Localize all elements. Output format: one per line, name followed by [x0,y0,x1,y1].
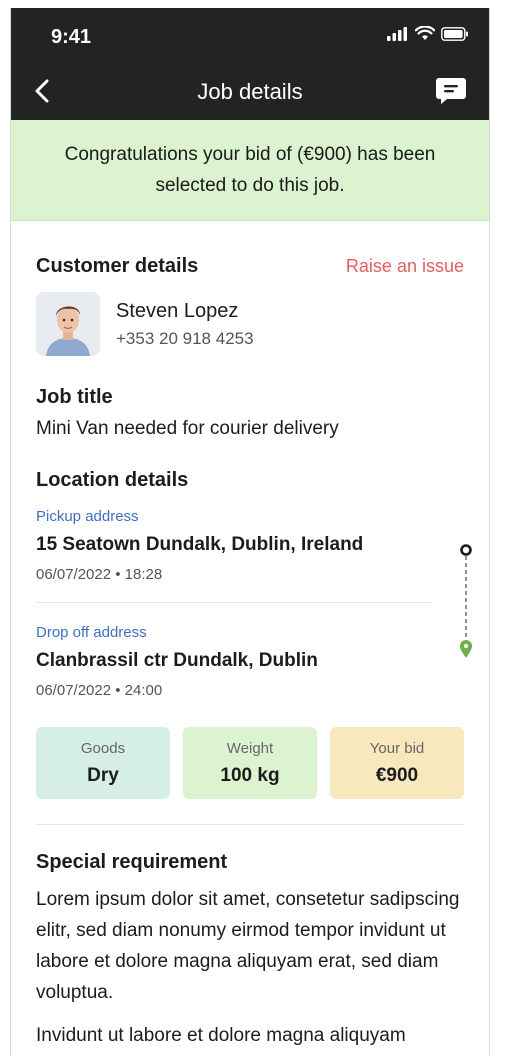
section-divider [36,824,464,825]
status-icons [387,26,469,41]
bid-value: €900 [375,764,419,786]
address-divider [36,602,432,603]
weight-value: 100 kg [220,764,280,786]
route-end-pin-icon [460,640,472,658]
bid-stat: Your bid €900 [330,727,464,799]
location-details-heading: Location details [36,469,189,491]
top-app-bar: Job details [11,64,489,120]
job-title-value: Mini Van needed for courier delivery [36,418,339,439]
bid-selected-banner: Congratulations your bid of (€900) has b… [11,120,489,221]
weight-label: Weight [226,739,274,757]
bid-label: Your bid [369,739,425,757]
route-line [460,544,472,658]
raise-issue-link[interactable]: Raise an issue [346,256,464,277]
job-details-content: Customer details Raise an issue Steven L… [11,255,489,1051]
route-start-icon [460,544,472,556]
dropoff-section: Drop off address Clanbrassil ctr Dundalk… [36,624,464,699]
pickup-datetime: 06/07/2022 • 18:28 [36,566,163,583]
location-block: Pickup address 15 Seatown Dundalk, Dubli… [36,508,472,699]
avatar [36,292,100,356]
status-bar: 9:41 [11,8,489,64]
wifi-icon [415,26,435,40]
status-time: 9:41 [51,26,92,48]
goods-label: Goods [80,739,126,757]
goods-stat: Goods Dry [36,727,170,799]
pickup-address-label: Pickup address [36,508,139,525]
pickup-address: 15 Seatown Dundalk, Dublin, Ireland [36,534,364,555]
weight-stat: Weight 100 kg [183,727,317,799]
banner-text: Congratulations your bid of (€900) has b… [64,144,436,196]
dropoff-address-label: Drop off address [36,624,147,641]
pickup-section: Pickup address 15 Seatown Dundalk, Dubli… [36,508,464,583]
dropoff-datetime: 06/07/2022 • 24:00 [36,682,163,699]
customer-card: Steven Lopez +353 20 918 4253 [36,292,464,356]
goods-value: Dry [87,764,119,786]
special-requirement-heading: Special requirement [36,851,228,873]
job-stats: Goods Dry Weight 100 kg Your bid €900 [36,727,464,799]
job-title-heading: Job title [36,386,113,408]
dropoff-address: Clanbrassil ctr Dundalk, Dublin [36,650,318,671]
customer-details-heading: Customer details [36,255,199,277]
customer-name: Steven Lopez [116,299,239,322]
phone-screen: 9:41 Job details Congratulations your bi… [10,8,490,1056]
avatar-image [36,292,100,356]
battery-icon [441,26,468,41]
special-requirement-text: Lorem ipsum dolor sit amet, consetetur s… [36,889,460,1003]
special-requirement-text-2: Invidunt ut labore et dolore magna aliqu… [36,1025,406,1046]
page-title: Job details [197,79,303,104]
signal-icon [387,26,407,41]
chat-icon[interactable] [435,77,467,105]
customer-details-header: Customer details Raise an issue [36,255,464,278]
customer-phone[interactable]: +353 20 918 4253 [116,329,254,349]
